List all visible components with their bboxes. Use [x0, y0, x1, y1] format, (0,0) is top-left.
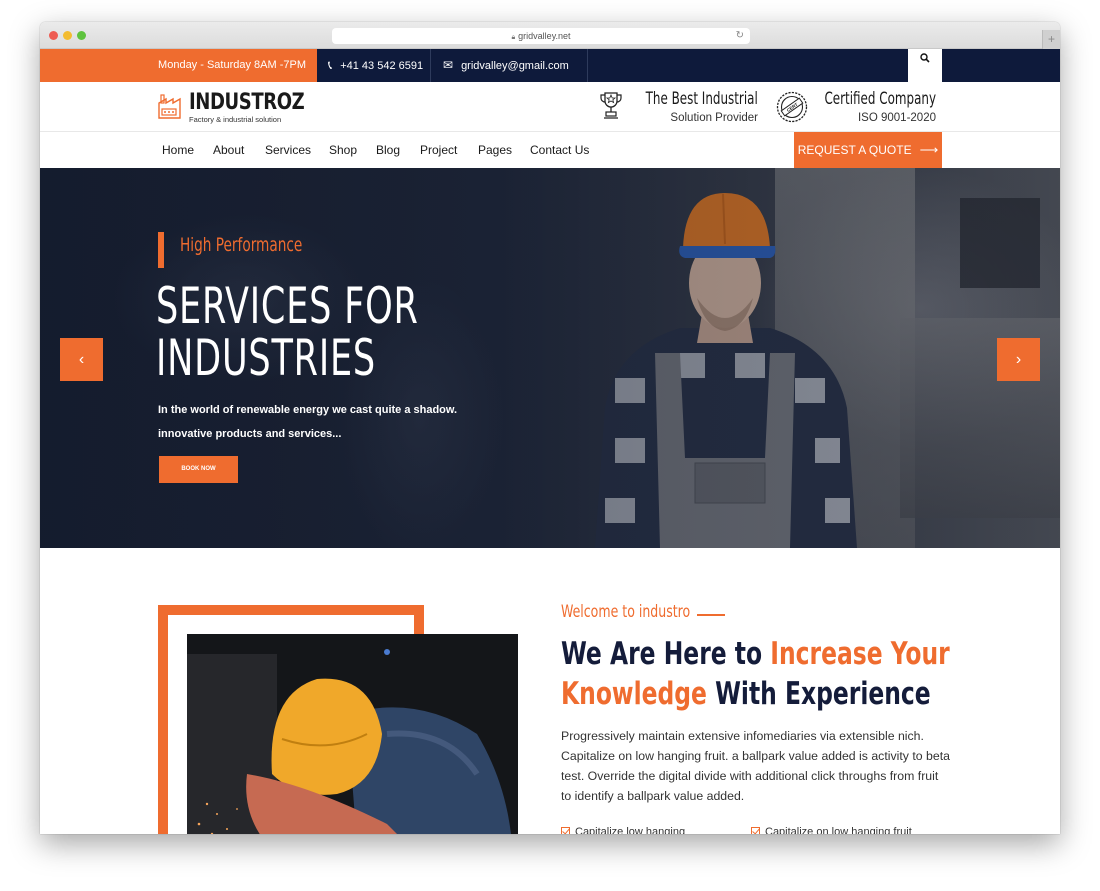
hero-desc-line1: In the world of renewable energy we cast…: [158, 404, 458, 416]
search-button[interactable]: [908, 49, 942, 82]
badge-subtitle: ISO 9001-2020: [857, 112, 936, 124]
kicker-underline: [697, 614, 725, 616]
hero-title-line2: INDUSTRIES: [156, 329, 376, 387]
brand-tagline: Factory & industrial solution: [189, 115, 282, 124]
page: 🔒︎ gridvalley.net ↻ + Monday - Saturday 8…: [0, 0, 1100, 891]
hero-title: SERVICES FOR INDUSTRIES: [156, 280, 419, 384]
title-highlight2: Knowledge: [561, 676, 707, 712]
email-contact[interactable]: ✉︎ gridvalley@gmail.com: [431, 49, 588, 82]
checklist-label: Capitalize low hanging: [575, 826, 686, 834]
about-description: Progressively maintain extensive infomed…: [561, 729, 950, 803]
chevron-right-icon: ›: [1015, 351, 1022, 368]
close-window-button[interactable]: [49, 31, 58, 40]
factory-logo-icon: [158, 94, 181, 119]
title-highlight1: Increase Your: [770, 636, 950, 672]
phone-number: +41 43 542 6591: [340, 60, 424, 72]
badge-subtitle: Solution Provider: [670, 112, 758, 124]
badge-title: The Best Industrial: [645, 89, 758, 109]
slider-next-button[interactable]: ›: [997, 338, 1040, 381]
checklist-item: Capitalize low hanging: [561, 826, 685, 834]
about-title: We Are Here to Increase Your Knowledge W…: [561, 634, 950, 714]
request-quote-label: REQUEST A QUOTE: [797, 143, 912, 157]
nav-item-contact-us[interactable]: Contact Us: [530, 132, 589, 168]
brand-name: INDUSTROZ: [189, 90, 305, 115]
address-bar[interactable]: 🔒︎ gridvalley.net ↻: [332, 28, 750, 44]
welder-image: [187, 634, 518, 834]
nav-item-blog[interactable]: Blog: [376, 132, 400, 168]
nav-item-home[interactable]: Home: [162, 132, 194, 168]
lock-icon: 🔒︎: [511, 34, 516, 41]
checklist-label: Capitalize on low hanging fruit: [765, 826, 912, 834]
nav-item-pages[interactable]: Pages: [478, 132, 512, 168]
top-info-bar: Monday - Saturday 8AM -7PM 📞︎ +41 43 542 …: [40, 49, 1060, 82]
kicker-accent-bar: [158, 232, 164, 268]
envelope-icon: ✉︎: [443, 58, 454, 72]
arrow-right-icon: ⟶: [919, 142, 939, 157]
title-part1: We Are Here to: [561, 636, 771, 672]
certified-company-badge: CERT Certified Company ISO 9001-2020: [776, 89, 936, 125]
nav-item-project[interactable]: Project: [420, 132, 457, 168]
maximize-window-button[interactable]: [77, 31, 86, 40]
checkbox-checked-icon: [561, 827, 570, 834]
slider-prev-button[interactable]: ‹: [60, 338, 103, 381]
about-kicker: Welcome to industro: [561, 602, 691, 622]
nav-item-shop[interactable]: Shop: [329, 132, 357, 168]
hero-title-line1: SERVICES FOR: [156, 277, 419, 335]
request-quote-button[interactable]: REQUEST A QUOTE ⟶: [794, 132, 942, 168]
checklist-item: Capitalize on low hanging fruit: [751, 826, 912, 834]
minimize-window-button[interactable]: [63, 31, 72, 40]
nav-item-services[interactable]: Services: [265, 132, 311, 168]
url-text: gridvalley.net: [518, 31, 571, 41]
browser-window: 🔒︎ gridvalley.net ↻ + Monday - Saturday 8…: [40, 22, 1060, 834]
search-icon: [920, 53, 930, 63]
title-part2: With Experience: [706, 676, 931, 712]
badge-title: Certified Company: [824, 89, 936, 109]
reload-icon[interactable]: ↻: [736, 28, 744, 44]
hero-description: In the world of renewable energy we cast…: [158, 398, 457, 446]
hero-slider: High Performance SERVICES FOR INDUSTRIES…: [40, 168, 1060, 548]
best-industrial-badge: The Best Industrial Solution Provider: [600, 89, 758, 125]
site-header: INDUSTROZ Factory & industrial solution …: [40, 82, 1060, 132]
browser-toolbar: 🔒︎ gridvalley.net ↻ +: [40, 22, 1060, 49]
phone-icon: 📞︎: [328, 58, 333, 72]
business-hours: Monday - Saturday 8AM -7PM: [40, 49, 317, 82]
hero-kicker: High Performance: [180, 234, 303, 256]
hero-desc-line2: innovative products and services...: [158, 428, 342, 440]
trophy-icon: [600, 92, 622, 119]
chevron-left-icon: ‹: [78, 351, 85, 368]
certified-seal-icon: CERT: [776, 91, 808, 123]
email-address: gridvalley@gmail.com: [461, 60, 569, 72]
about-section: Welcome to industro We Are Here to Incre…: [40, 548, 1060, 834]
nav-item-about[interactable]: About: [213, 132, 244, 168]
book-now-button[interactable]: BOOK NOW: [159, 456, 238, 483]
phone-contact[interactable]: 📞︎ +41 43 542 6591: [317, 49, 431, 82]
new-tab-button[interactable]: +: [1042, 30, 1060, 49]
checkbox-checked-icon: [751, 827, 760, 834]
